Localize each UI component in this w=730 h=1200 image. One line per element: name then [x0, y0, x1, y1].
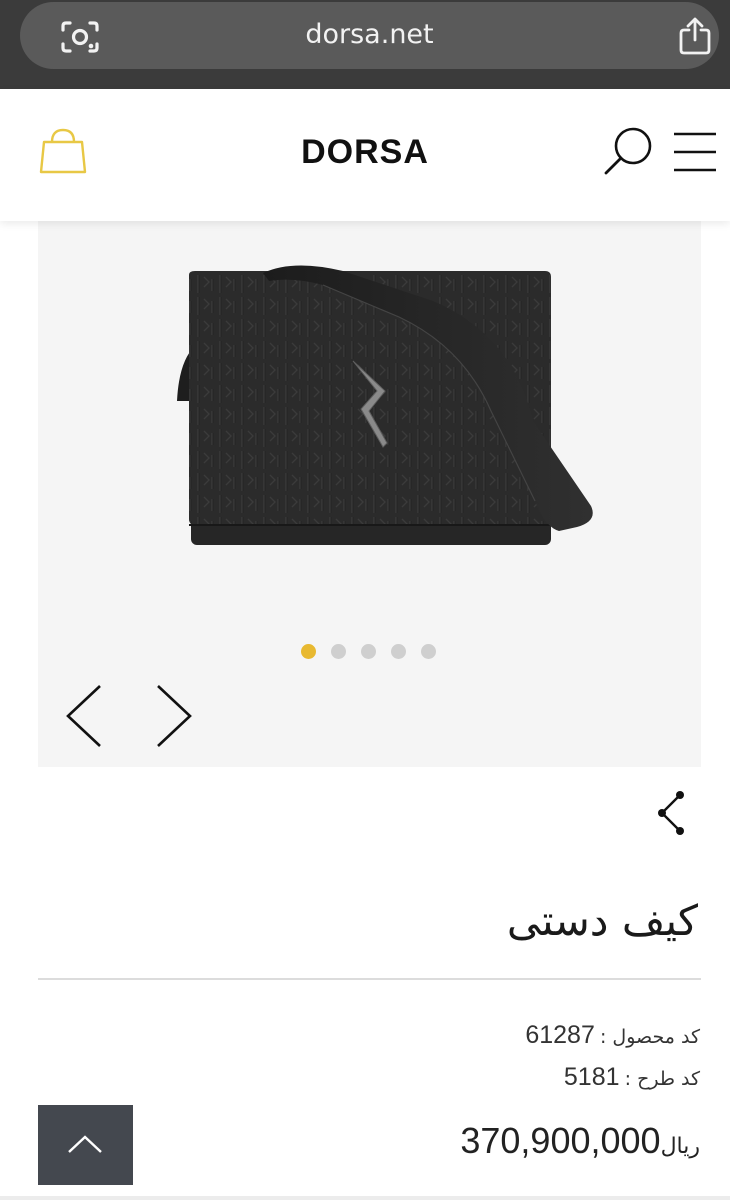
browser-address-bar: dorsa.net: [0, 0, 730, 89]
slide-dot[interactable]: [391, 644, 406, 659]
search-icon[interactable]: [602, 125, 656, 179]
site-header: DORSA: [0, 89, 730, 221]
share-nodes-icon[interactable]: [653, 788, 691, 838]
design-code: کد طرح : 5181: [564, 1063, 700, 1092]
chevron-left-icon[interactable]: [62, 683, 106, 749]
slide-dot[interactable]: [421, 644, 436, 659]
product-code: کد محصول : 61287: [525, 1021, 700, 1050]
product-title: کیف دستی: [506, 896, 698, 945]
design-code-value: 5181: [563, 1063, 620, 1091]
url-field[interactable]: dorsa.net: [20, 2, 719, 69]
chevron-right-icon[interactable]: [152, 683, 196, 749]
design-code-label: کد طرح :: [624, 1068, 700, 1090]
bottom-edge: [0, 1196, 730, 1200]
slide-dot[interactable]: [331, 644, 346, 659]
product-code-label: کد محصول :: [599, 1026, 700, 1048]
url-text: dorsa.net: [305, 19, 434, 50]
product-price: ریال370,900,000: [460, 1120, 700, 1162]
slide-dot[interactable]: [361, 644, 376, 659]
share-icon[interactable]: [677, 16, 713, 56]
price-currency: ریال: [660, 1134, 700, 1159]
price-amount: 370,900,000: [460, 1120, 661, 1161]
product-gallery[interactable]: [38, 221, 701, 767]
slide-dot[interactable]: [301, 644, 316, 659]
divider: [38, 978, 701, 980]
product-code-value: 61287: [525, 1021, 595, 1049]
scroll-to-top-button[interactable]: [38, 1105, 133, 1185]
slide-indicator: [301, 644, 436, 660]
chevron-up-icon: [68, 1135, 102, 1153]
product-image[interactable]: [173, 251, 613, 551]
hamburger-menu-icon[interactable]: [672, 131, 718, 173]
